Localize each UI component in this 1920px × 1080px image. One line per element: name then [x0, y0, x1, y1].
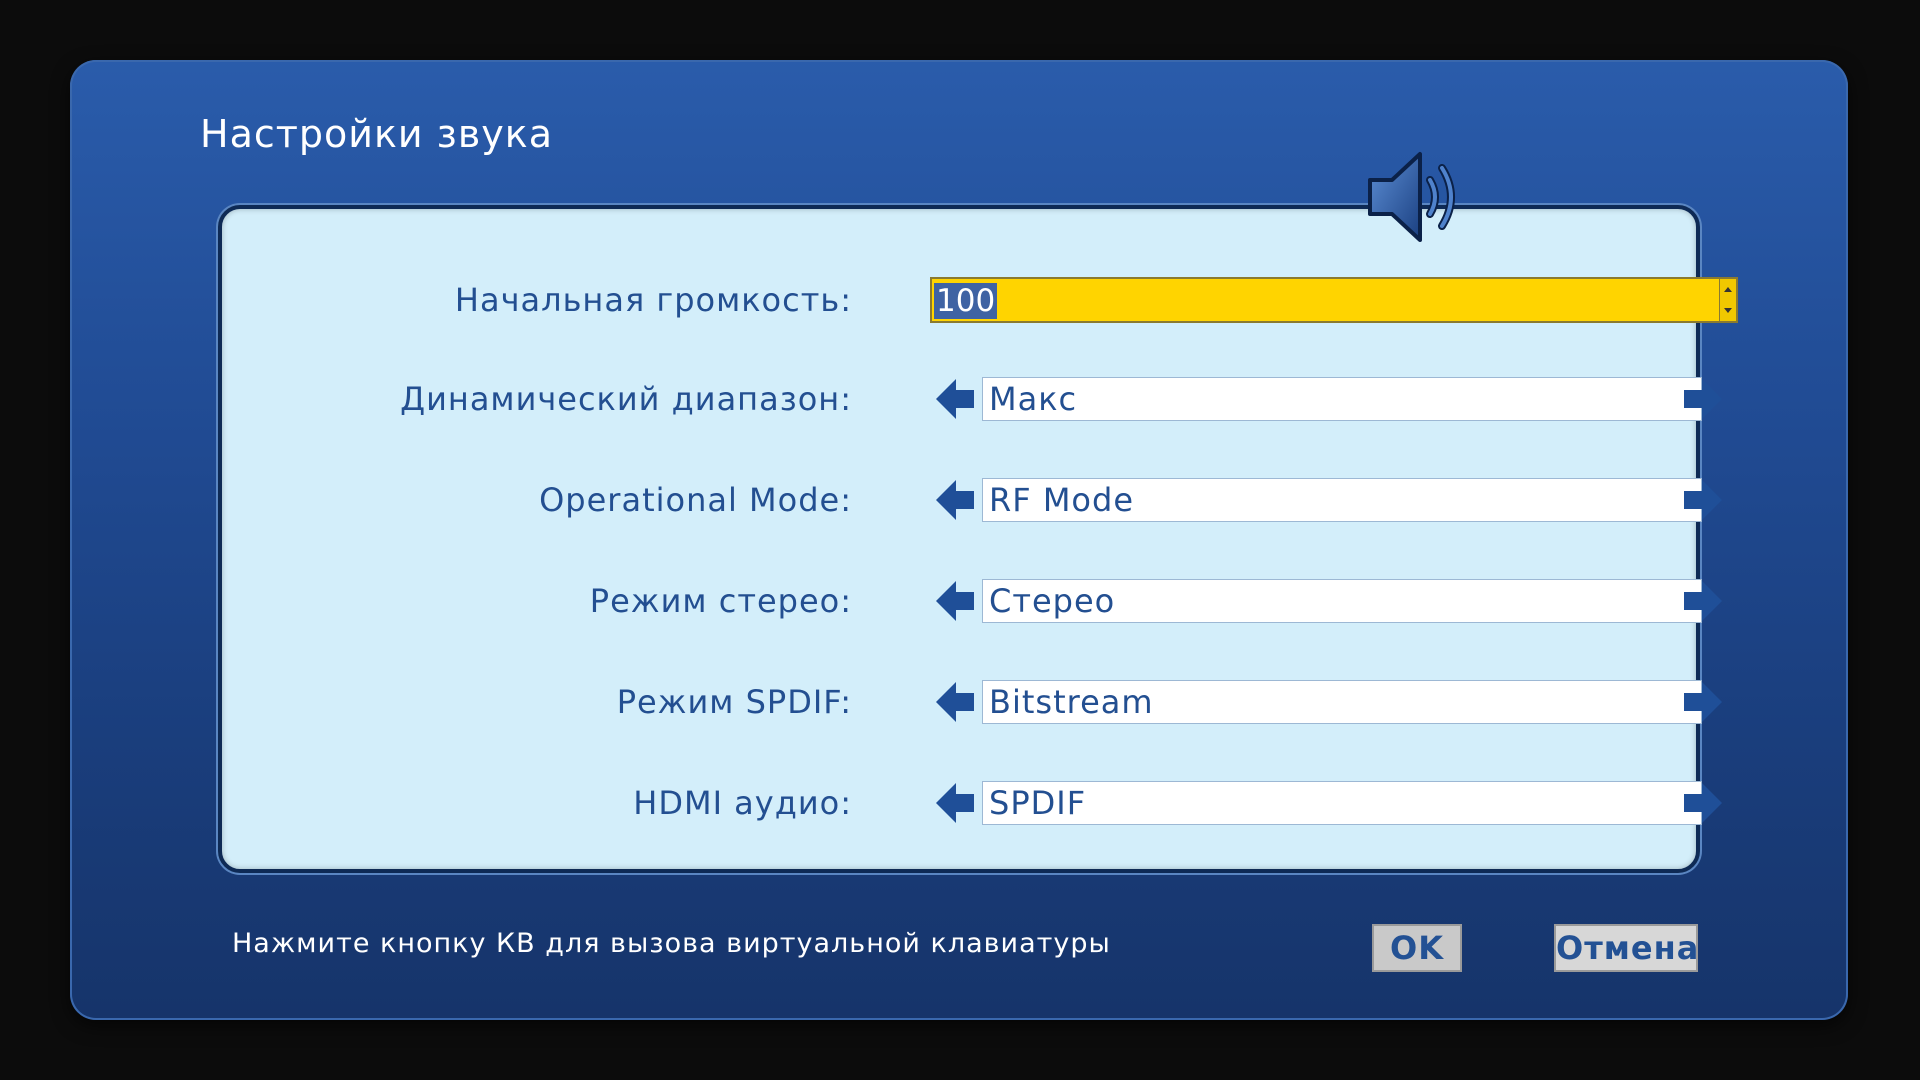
spin-down-icon[interactable] [1724, 308, 1732, 313]
hdmi-audio-value[interactable]: SPDIF [982, 781, 1702, 825]
operational-mode-label: Operational Mode: [539, 481, 852, 519]
setting-row-dynamic-range: Динамический диапазон: Макс [222, 376, 1722, 422]
hdmi-audio-label: HDMI аудио: [633, 784, 852, 822]
dialog-title: Настройки звука [200, 112, 554, 156]
cancel-button[interactable]: Отмена [1554, 924, 1698, 972]
speaker-icon [1368, 152, 1455, 242]
settings-panel: Начальная громкость: 100 Динамический ди… [218, 205, 1738, 873]
arrow-left-icon[interactable] [934, 780, 976, 826]
arrow-left-icon[interactable] [934, 679, 976, 725]
setting-row-operational-mode: Operational Mode: RF Mode [222, 477, 1722, 523]
arrow-left-icon[interactable] [934, 578, 976, 624]
arrow-left-icon[interactable] [934, 376, 976, 422]
spin-up-icon[interactable] [1724, 287, 1732, 292]
ok-button[interactable]: OK [1372, 924, 1462, 972]
audio-settings-dialog: Настройки звука Начальная громкость: 100… [70, 60, 1848, 1020]
volume-spinner[interactable] [1719, 279, 1736, 321]
volume-value: 100 [934, 283, 998, 319]
dynamic-range-label: Динамический диапазон: [400, 380, 852, 418]
arrow-right-icon[interactable] [1682, 780, 1724, 826]
spdif-mode-label: Режим SPDIF: [616, 683, 852, 721]
dynamic-range-value[interactable]: Макс [982, 377, 1702, 421]
arrow-right-icon[interactable] [1682, 679, 1724, 725]
setting-row-hdmi-audio: HDMI аудио: SPDIF [222, 780, 1722, 826]
arrow-right-icon[interactable] [1682, 376, 1724, 422]
setting-row-volume: Начальная громкость: 100 [222, 277, 1738, 323]
arrow-left-icon[interactable] [934, 477, 976, 523]
arrow-right-icon[interactable] [1682, 578, 1724, 624]
arrow-right-icon[interactable] [1682, 477, 1724, 523]
setting-row-stereo-mode: Режим стерео: Стерео [222, 578, 1722, 624]
setting-row-spdif-mode: Режим SPDIF: Bitstream [222, 679, 1722, 725]
volume-input[interactable]: 100 [930, 277, 1738, 323]
operational-mode-value[interactable]: RF Mode [982, 478, 1702, 522]
stereo-mode-label: Режим стерео: [589, 582, 852, 620]
spdif-mode-value[interactable]: Bitstream [982, 680, 1702, 724]
keyboard-hint: Нажмите кнопку КВ для вызова виртуальной… [232, 928, 1111, 959]
volume-label: Начальная громкость: [454, 281, 852, 319]
stereo-mode-value[interactable]: Стерео [982, 579, 1702, 623]
